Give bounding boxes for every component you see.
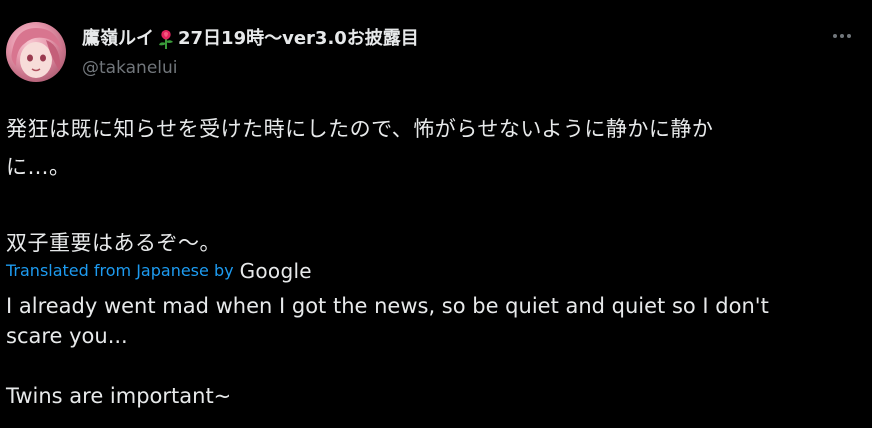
author-name-row[interactable]: 鷹嶺ルイ 27日19時～ver3.0お披露目: [82, 26, 419, 52]
original-line-3: 双子重要はあるぞ〜。: [6, 231, 221, 255]
original-line-2: に…。: [6, 155, 71, 179]
paragraph-break: [6, 186, 856, 224]
rose-emoji-icon: [156, 28, 176, 50]
translation-line-1: I already went mad when I got the news, …: [6, 294, 769, 318]
paragraph-break: [6, 351, 856, 381]
more-options-icon[interactable]: [828, 26, 856, 46]
author-handle[interactable]: @takanelui: [82, 57, 178, 79]
avatar[interactable]: [6, 22, 66, 82]
display-name[interactable]: 鷹嶺ルイ: [82, 26, 154, 52]
translation-line-3: Twins are important~: [6, 384, 232, 408]
translation-attribution: Translated from Japanese by Google: [6, 259, 312, 283]
display-name-suffix[interactable]: 27日19時～ver3.0お披露目: [178, 26, 419, 52]
translation-line-2: scare you...: [6, 324, 128, 348]
translated-post-text: I already went mad when I got the news, …: [6, 291, 856, 411]
original-post-text: 発狂は既に知らせを受けた時にしたので、怖がらせないように静かに静か に…。 双子…: [6, 110, 856, 262]
google-logo: Google: [239, 259, 312, 283]
original-line-1: 発狂は既に知らせを受けた時にしたので、怖がらせないように静かに静か: [6, 117, 714, 141]
translated-from-label[interactable]: Translated from Japanese by: [6, 259, 234, 283]
